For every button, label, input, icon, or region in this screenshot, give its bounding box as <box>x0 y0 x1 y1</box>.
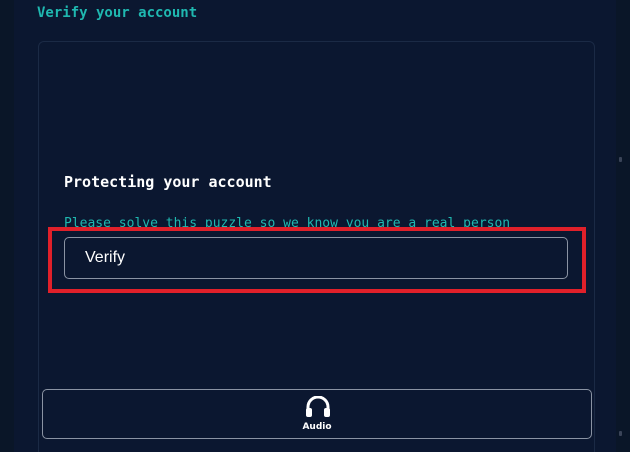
verify-button-label: Verify <box>85 249 126 266</box>
audio-label: Audio <box>302 422 332 432</box>
scroll-indicator <box>619 157 622 162</box>
card-heading: Protecting your account <box>64 173 272 191</box>
card-subtext: Please solve this puzzle so we know you … <box>64 216 511 229</box>
headphones-icon <box>305 395 331 418</box>
audio-button[interactable]: Audio <box>42 389 592 439</box>
verify-button[interactable]: Verify <box>64 237 568 279</box>
scroll-indicator <box>619 431 622 436</box>
page-title: Verify your account <box>37 5 198 21</box>
